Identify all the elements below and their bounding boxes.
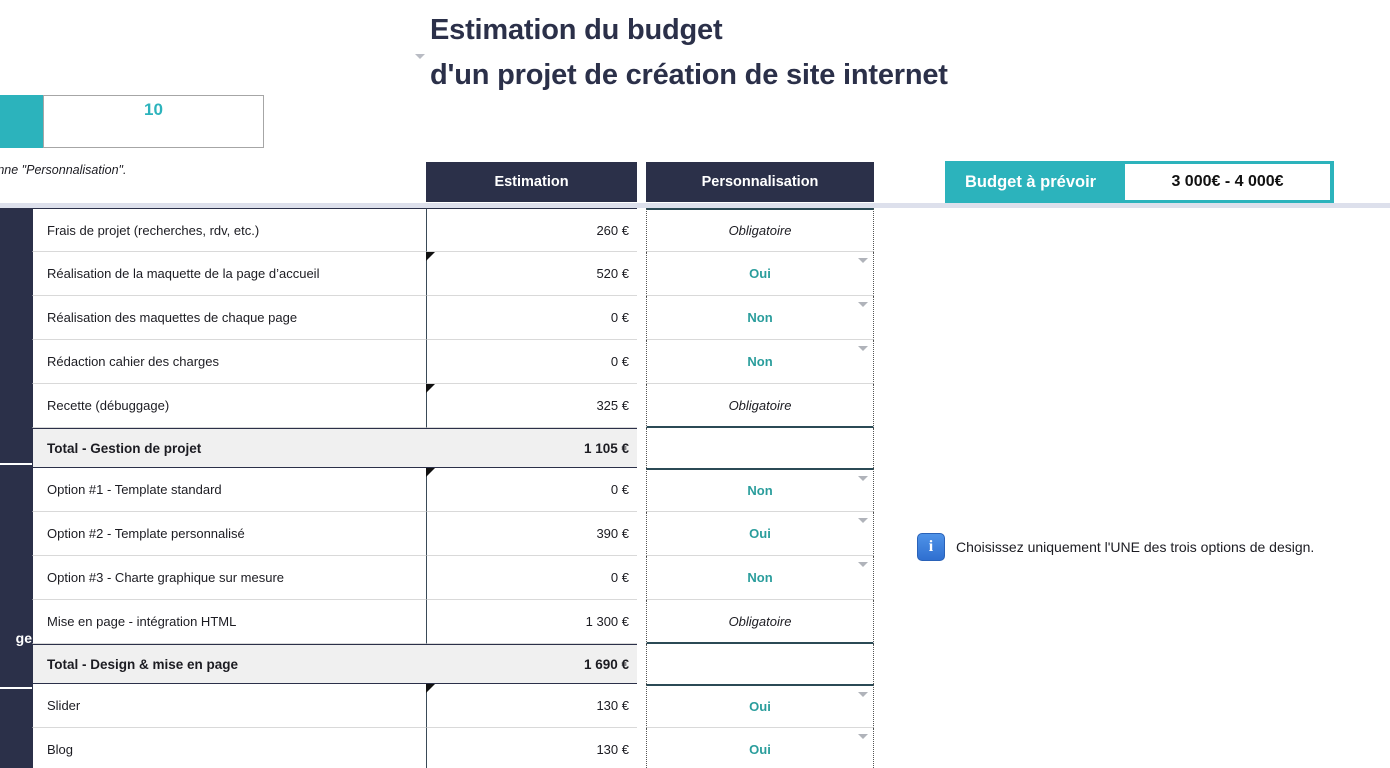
row-label-cell[interactable]: Option #2 - Template personnalisé [32, 512, 426, 556]
chevron-down-icon[interactable] [415, 52, 427, 62]
personnalisation-dropdown[interactable]: Oui [646, 252, 874, 296]
personnalisation-dropdown[interactable]: Non [646, 556, 874, 600]
row-label-cell[interactable]: Total - Gestion de projet [32, 428, 426, 468]
table-row: Frais de projet (recherches, rdv, etc.) 2… [32, 208, 874, 252]
comment-marker-icon [426, 252, 435, 261]
table-row: Option #3 - Charte graphique sur mesure 0… [32, 556, 874, 600]
category-strip-2: ge [0, 465, 32, 687]
personnalisation-cell: Obligatoire [646, 208, 874, 252]
info-callout-text: Choisissez uniquement l'UNE des trois op… [956, 539, 1315, 555]
page-title: Estimation du budget d'un projet de créa… [430, 8, 1130, 98]
info-callout: i Choisissez uniquement l'UNE des trois … [917, 533, 1314, 561]
page-title-line-1: Estimation du budget [430, 14, 723, 46]
row-amount-cell[interactable]: 1 690 € [426, 644, 637, 684]
chevron-down-icon[interactable] [858, 562, 868, 567]
table-row-total: Total - Gestion de projet 1 105 € [32, 428, 874, 468]
table-row-total: Total - Design & mise en page 1 690 € [32, 644, 874, 684]
chevron-down-icon[interactable] [858, 258, 868, 263]
chevron-down-icon[interactable] [858, 302, 868, 307]
table-row: Réalisation de la maquette de la page d’… [32, 252, 874, 296]
chevron-down-icon[interactable] [858, 518, 868, 523]
table-row: Mise en page - intégration HTML 1 300 € Ob… [32, 600, 874, 644]
personnalisation-cell: Obligatoire [646, 600, 874, 644]
personnalisation-dropdown[interactable]: Oui [646, 684, 874, 728]
row-amount-cell[interactable]: 0 € [426, 468, 637, 512]
row-label-cell[interactable]: Blog [32, 728, 426, 768]
row-label-cell[interactable]: Réalisation des maquettes de chaque page [32, 296, 426, 340]
budget-label: Budget à prévoir [965, 172, 1097, 191]
spreadsheet-canvas: Estimation du budget d'un projet de créa… [0, 0, 1390, 768]
personnalisation-dropdown[interactable]: Non [646, 340, 874, 384]
info-icon: i [917, 533, 945, 561]
row-label-cell[interactable]: Option #3 - Charte graphique sur mesure [32, 556, 426, 600]
table-row: Option #2 - Template personnalisé 390 € Ou… [32, 512, 874, 556]
budget-summary: Budget à prévoir 3 000€ - 4 000€ [945, 161, 1334, 203]
budget-value: 3 000€ - 4 000€ [1125, 164, 1330, 200]
category-strip-2-label: ge [15, 630, 32, 646]
row-amount-cell[interactable]: 260 € [426, 208, 637, 252]
row-label-cell[interactable]: Slider [32, 684, 426, 728]
counter-value: 10 [144, 100, 163, 119]
row-amount-cell[interactable]: 325 € [426, 384, 637, 428]
table-row: Slider 130 € Oui [32, 684, 874, 728]
budget-table: Frais de projet (recherches, rdv, etc.) 2… [32, 208, 1390, 768]
table-row: Recette (débuggage) 325 € Obligatoire [32, 384, 874, 428]
row-label-cell[interactable]: Réalisation de la maquette de la page d’… [32, 252, 426, 296]
table-row: Réalisation des maquettes de chaque page… [32, 296, 874, 340]
row-amount-cell[interactable]: 0 € [426, 296, 637, 340]
row-label-cell[interactable]: Rédaction cahier des charges [32, 340, 426, 384]
column-header-personnalisation: Personnalisation [646, 162, 874, 202]
row-amount-cell[interactable]: 130 € [426, 728, 637, 768]
comment-marker-icon [426, 684, 435, 693]
chevron-down-icon[interactable] [858, 476, 868, 481]
row-amount-cell[interactable]: 1 105 € [426, 428, 637, 468]
row-label-cell[interactable]: Mise en page - intégration HTML [32, 600, 426, 644]
row-amount-cell[interactable]: 390 € [426, 512, 637, 556]
column-header-estimation: Estimation [426, 162, 637, 202]
row-amount-cell[interactable]: 0 € [426, 340, 637, 384]
category-strip-3 [0, 689, 32, 768]
row-label-cell[interactable]: Frais de projet (recherches, rdv, etc.) [32, 208, 426, 252]
personnalisation-cell [646, 428, 874, 468]
personnalisation-cell [646, 644, 874, 684]
chevron-down-icon[interactable] [858, 692, 868, 697]
personnalisation-dropdown[interactable]: Non [646, 296, 874, 340]
personnalisation-dropdown[interactable]: Non [646, 468, 874, 512]
row-amount-cell[interactable]: 1 300 € [426, 600, 637, 644]
comment-marker-icon [426, 468, 435, 477]
chevron-down-icon[interactable] [858, 734, 868, 739]
category-strip-1 [0, 208, 32, 463]
row-label-cell[interactable]: Recette (débuggage) [32, 384, 426, 428]
row-amount-cell[interactable]: 130 € [426, 684, 637, 728]
personnalisation-dropdown[interactable]: Oui [646, 512, 874, 556]
row-label-cell[interactable]: Option #1 - Template standard [32, 468, 426, 512]
chevron-down-icon[interactable] [858, 346, 868, 351]
row-amount-cell[interactable]: 0 € [426, 556, 637, 600]
instruction-note: oix à partir de la colonne "Personnalisa… [0, 163, 127, 177]
counter-accent-block [0, 95, 43, 148]
table-row: Blog 130 € Oui [32, 728, 874, 768]
personnalisation-dropdown[interactable]: Oui [646, 728, 874, 768]
personnalisation-cell: Obligatoire [646, 384, 874, 428]
row-label-cell[interactable]: Total - Design & mise en page [32, 644, 426, 684]
comment-marker-icon [426, 384, 435, 393]
row-amount-cell[interactable]: 520 € [426, 252, 637, 296]
page-title-line-2: d'un projet de création de site internet [430, 59, 948, 91]
counter-cell[interactable]: 10 [43, 95, 264, 148]
table-row: Rédaction cahier des charges 0 € Non [32, 340, 874, 384]
table-row: Option #1 - Template standard 0 € Non [32, 468, 874, 512]
